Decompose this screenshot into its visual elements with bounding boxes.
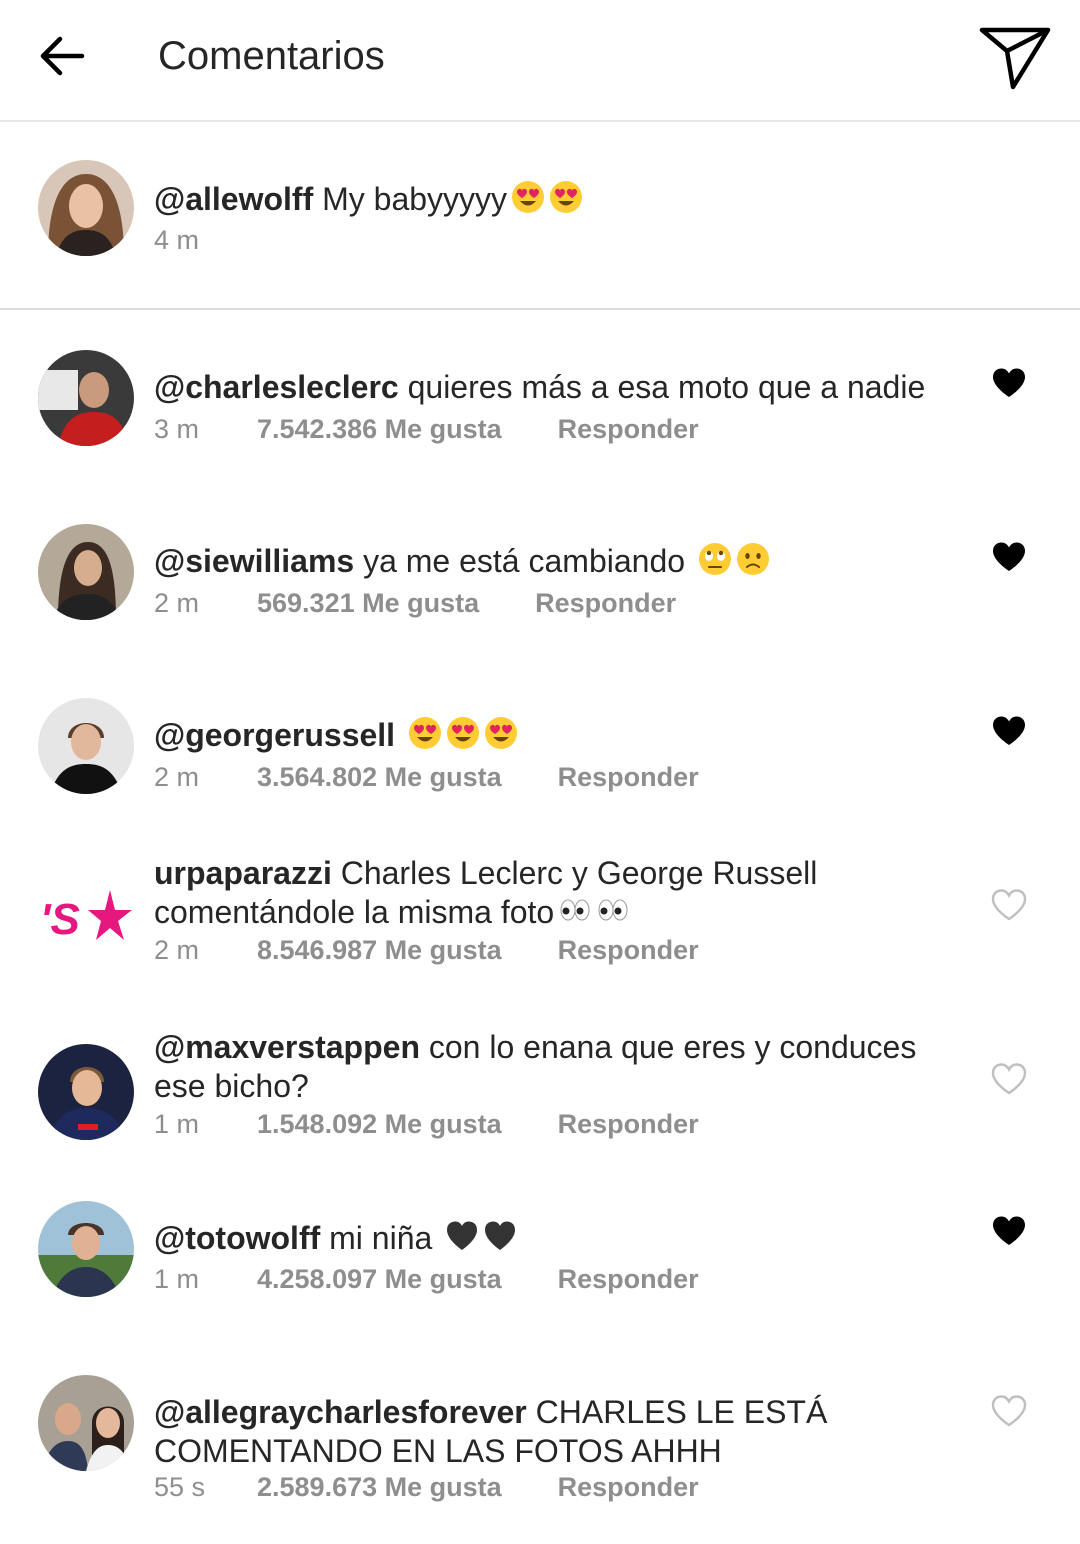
comment-meta: 2 m 569.321 Me gusta Responder xyxy=(154,588,676,619)
comment-row: @siewilliams ya me está cambiando 2 m 569… xyxy=(0,484,1080,658)
comment-meta: 2 m 3.564.802 Me gusta Responder xyxy=(154,762,699,793)
comment-text: @charlesleclerc quieres más a esa moto q… xyxy=(154,368,954,407)
back-arrow-icon[interactable] xyxy=(36,30,88,82)
comment-username[interactable]: @charlesleclerc xyxy=(154,369,399,405)
comment-username[interactable]: @siewilliams xyxy=(154,543,354,579)
comment-time: 55 s xyxy=(154,1472,206,1502)
send-icon[interactable] xyxy=(978,24,1052,92)
comment-body: quieres más a esa moto que a nadie xyxy=(398,369,926,405)
avatar[interactable] xyxy=(38,1201,134,1297)
heart-eyes-emoji-icon xyxy=(484,717,517,749)
heart-icon[interactable] xyxy=(990,1394,1028,1428)
comment-username[interactable]: @allegraycharlesforever xyxy=(154,1394,527,1430)
reply-button[interactable]: Responder xyxy=(558,1264,699,1295)
reply-button[interactable]: Responder xyxy=(558,935,699,966)
black-heart-emoji-icon xyxy=(485,1221,516,1250)
comment-meta: 1 m 4.258.097 Me gusta Responder xyxy=(154,1264,699,1295)
heart-icon[interactable] xyxy=(990,366,1028,400)
heart-eyes-emoji-icon xyxy=(408,717,441,749)
comment-username[interactable]: @totowolff xyxy=(154,1220,320,1256)
comment-list: @charlesleclerc quieres más a esa moto q… xyxy=(0,310,1080,1528)
reply-button[interactable]: Responder xyxy=(558,762,699,793)
comment-meta: 3 m 7.542.386 Me gusta Responder xyxy=(154,414,699,445)
caption-body: My babyyyyy xyxy=(313,181,508,217)
comment-row: @allegraycharlesforever CHARLES LE ESTÁ … xyxy=(0,1354,1080,1528)
comment-username[interactable]: urpaparazzi xyxy=(154,855,332,891)
avatar[interactable] xyxy=(38,698,134,794)
comment-time: 2 m xyxy=(154,935,200,965)
avatar[interactable] xyxy=(38,524,134,620)
comment-text: urpaparazzi Charles Leclerc y George Rus… xyxy=(154,854,954,932)
comment-likes[interactable]: 569.321 Me gusta xyxy=(257,588,479,619)
frown-emoji-icon xyxy=(736,543,769,575)
reply-button[interactable]: Responder xyxy=(558,414,699,445)
comment-row: @maxverstappen con lo enana que eres y c… xyxy=(0,1006,1080,1180)
heart-icon[interactable] xyxy=(990,540,1028,574)
avatar[interactable] xyxy=(38,1044,134,1140)
comment-username[interactable]: @georgerussell xyxy=(154,717,395,753)
comment-likes[interactable]: 3.564.802 Me gusta xyxy=(257,762,502,793)
comment-likes[interactable]: 2.589.673 Me gusta xyxy=(257,1472,502,1503)
comment-body: mi niña xyxy=(320,1220,442,1256)
comment-body: ya me está cambiando xyxy=(354,543,694,579)
comment-text: @siewilliams ya me está cambiando xyxy=(154,542,954,581)
comment-text: @totowolff mi niña xyxy=(154,1219,954,1258)
caption: @allewolff My babyyyyy 4 m xyxy=(0,122,1080,310)
comment-likes[interactable]: 4.258.097 Me gusta xyxy=(257,1264,502,1295)
heart-icon[interactable] xyxy=(990,888,1028,922)
comment-meta: 1 m 1.548.092 Me gusta Responder xyxy=(154,1109,699,1140)
heart-icon[interactable] xyxy=(990,1214,1028,1248)
comment-row: @charlesleclerc quieres más a esa moto q… xyxy=(0,310,1080,484)
reply-button[interactable]: Responder xyxy=(558,1472,699,1503)
avatar[interactable]: 'S xyxy=(38,870,134,966)
comment-text: @georgerussell xyxy=(154,716,954,755)
comment-time: 2 m xyxy=(154,588,200,618)
svg-text:'S: 'S xyxy=(40,895,80,944)
caption-time: 4 m xyxy=(154,225,200,255)
avatar[interactable] xyxy=(38,160,134,256)
heart-icon[interactable] xyxy=(990,1062,1028,1096)
eye-roll-emoji-icon xyxy=(698,543,731,575)
comment-row: @georgerussell 2 m 3.564.802 Me gusta Resp… xyxy=(0,658,1080,832)
page-title: Comentarios xyxy=(158,34,385,78)
heart-eyes-emoji-icon xyxy=(550,181,583,213)
comment-username[interactable]: @maxverstappen xyxy=(154,1029,420,1065)
caption-meta: 4 m xyxy=(154,225,257,256)
heart-eyes-emoji-icon xyxy=(512,181,545,213)
comment-row: @totowolff mi niña 1 m 4.258.097 Me gusta… xyxy=(0,1180,1080,1354)
comment-time: 3 m xyxy=(154,414,200,444)
eyes-emoji-icon xyxy=(560,899,590,921)
comment-text: @allegraycharlesforever CHARLES LE ESTÁ … xyxy=(154,1393,954,1471)
heart-icon[interactable] xyxy=(990,714,1028,748)
comment-likes[interactable]: 7.542.386 Me gusta xyxy=(257,414,502,445)
comment-time: 1 m xyxy=(154,1264,200,1294)
comment-row: 'S urpaparazzi Charles Leclerc y George … xyxy=(0,832,1080,1006)
comment-body xyxy=(395,717,404,753)
eyes-emoji-icon xyxy=(598,899,628,921)
comment-time: 2 m xyxy=(154,762,200,792)
reply-button[interactable]: Responder xyxy=(558,1109,699,1140)
comment-meta: 55 s 2.589.673 Me gusta Responder xyxy=(154,1472,699,1503)
black-heart-emoji-icon xyxy=(447,1221,478,1250)
top-bar: Comentarios xyxy=(0,0,1080,122)
avatar[interactable] xyxy=(38,1375,134,1471)
comment-time: 1 m xyxy=(154,1109,200,1139)
reply-button[interactable]: Responder xyxy=(535,588,676,619)
comment-meta: 2 m 8.546.987 Me gusta Responder xyxy=(154,935,699,966)
comment-likes[interactable]: 1.548.092 Me gusta xyxy=(257,1109,502,1140)
avatar[interactable] xyxy=(38,350,134,446)
comment-likes[interactable]: 8.546.987 Me gusta xyxy=(257,935,502,966)
heart-eyes-emoji-icon xyxy=(446,717,479,749)
comment-text: @maxverstappen con lo enana que eres y c… xyxy=(154,1028,954,1106)
caption-username[interactable]: @allewolff xyxy=(154,181,313,217)
caption-text: @allewolff My babyyyyy xyxy=(154,180,954,219)
